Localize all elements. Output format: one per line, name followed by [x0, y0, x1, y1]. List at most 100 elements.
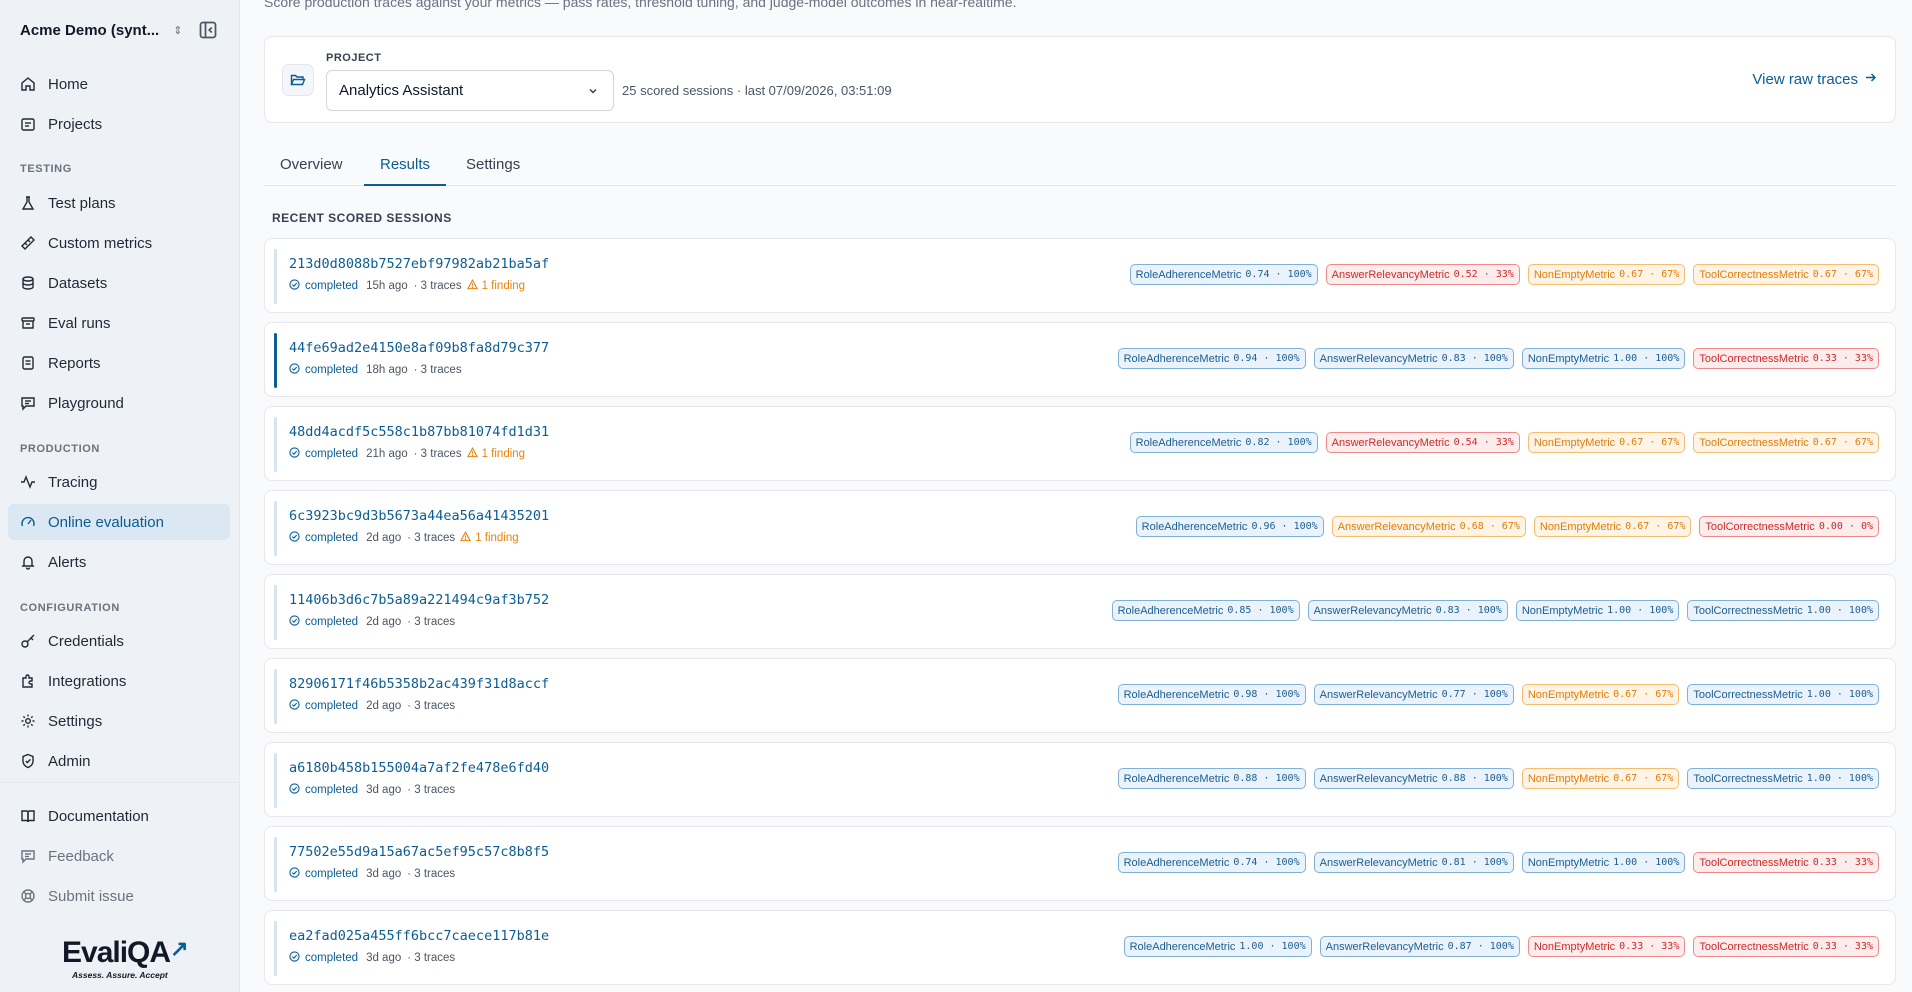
metric-chip[interactable]: ToolCorrectnessMetric 0.67 · 67% [1693, 264, 1879, 285]
metric-chip[interactable]: RoleAdherenceMetric 0.74 · 100% [1129, 264, 1318, 285]
metric-chip[interactable]: NonEmptyMetric 0.33 · 33% [1527, 936, 1686, 957]
metric-chip[interactable]: AnswerRelevancyMetric 0.54 · 33% [1325, 432, 1520, 453]
metric-chip[interactable]: NonEmptyMetric 0.67 · 67% [1533, 516, 1692, 537]
session-id-link[interactable]: a6180b458b155004a7af2fe478e6fd40 [289, 760, 549, 776]
metric-name: RoleAdherenceMetric [1123, 856, 1230, 869]
metric-chip[interactable]: AnswerRelevancyMetric 0.52 · 33% [1325, 264, 1520, 285]
session-row[interactable]: 11406b3d6c7b5a89a221494c9af3b752 complete… [264, 574, 1896, 649]
session-id-link[interactable]: 82906171f46b5358b2ac439f31d8accf [289, 676, 549, 692]
session-id-link[interactable]: 213d0d8088b7527ebf97982ab21ba5af [289, 256, 549, 272]
ruler-icon [20, 235, 36, 251]
tab-results[interactable]: Results [364, 156, 447, 186]
sidebar-collapse-icon[interactable] [198, 20, 218, 40]
metric-chip[interactable]: RoleAdherenceMetric 0.94 · 100% [1117, 348, 1306, 369]
recent-sessions-title: RECENT SCORED SESSIONS [272, 211, 452, 225]
metric-chip[interactable]: ToolCorrectnessMetric 0.00 · 0% [1699, 516, 1879, 537]
session-row[interactable]: 213d0d8088b7527ebf97982ab21ba5af complete… [264, 238, 1896, 313]
metric-score: 0.33 · 33% [1619, 941, 1680, 952]
nav-item-feedback[interactable]: Feedback [8, 838, 230, 874]
nav-item-documentation[interactable]: Documentation [8, 798, 230, 834]
session-id-link[interactable]: 48dd4acdf5c558c1b87bb81074fd1d31 [289, 424, 549, 440]
project-select[interactable]: Analytics Assistant [326, 70, 614, 111]
session-id-link[interactable]: 6c3923bc9d3b5673a44ea56a41435201 [289, 508, 549, 524]
status-badge: completed [289, 279, 358, 293]
session-meta: completed 3d ago · 3 traces [289, 951, 455, 965]
nav-item-alerts[interactable]: Alerts [8, 544, 230, 580]
metric-chip[interactable]: AnswerRelevancyMetric 0.81 · 100% [1313, 852, 1514, 873]
session-id-link[interactable]: 11406b3d6c7b5a89a221494c9af3b752 [289, 592, 549, 608]
project-meta: 25 scored sessions · last 07/09/2026, 03… [622, 83, 892, 98]
nav-item-projects[interactable]: Projects [8, 106, 230, 142]
metric-score: 0.88 · 100% [1441, 773, 1508, 784]
metric-chip[interactable]: RoleAdherenceMetric 0.82 · 100% [1129, 432, 1318, 453]
session-row[interactable]: 44fe69ad2e4150e8af09b8fa8d79c377 complete… [264, 322, 1896, 397]
session-id-link[interactable]: 44fe69ad2e4150e8af09b8fa8d79c377 [289, 340, 549, 356]
nav-item-custom-metrics[interactable]: Custom metrics [8, 225, 230, 261]
session-trace-count: · 3 traces [407, 700, 456, 712]
nav-item-home[interactable]: Home [8, 66, 230, 102]
status-text: completed [305, 448, 359, 460]
metric-chip[interactable]: NonEmptyMetric 0.67 · 67% [1521, 684, 1680, 705]
status-text: completed [305, 700, 359, 712]
nav-label: Home [48, 75, 89, 93]
session-row[interactable]: 82906171f46b5358b2ac439f31d8accf complete… [264, 658, 1896, 733]
metric-chip[interactable]: ToolCorrectnessMetric 1.00 · 100% [1687, 768, 1879, 789]
nav-item-integrations[interactable]: Integrations [8, 663, 230, 699]
metric-chip[interactable]: ToolCorrectnessMetric 1.00 · 100% [1687, 600, 1879, 621]
metric-chips: RoleAdherenceMetric 0.74 · 100% AnswerRele… [1117, 852, 1879, 873]
metric-chip[interactable]: AnswerRelevancyMetric 0.83 · 100% [1313, 348, 1514, 369]
metric-chip[interactable]: ToolCorrectnessMetric 1.00 · 100% [1687, 684, 1879, 705]
metric-score: 0.67 · 67% [1619, 437, 1680, 448]
nav-item-datasets[interactable]: Datasets [8, 265, 230, 301]
session-id-link[interactable]: 77502e55d9a15a67ac5ef95c57c8b8f5 [289, 844, 549, 860]
nav-item-eval-runs[interactable]: Eval runs [8, 305, 230, 341]
nav-label: Settings [48, 712, 103, 730]
metric-chip[interactable]: RoleAdherenceMetric 0.98 · 100% [1117, 684, 1306, 705]
tab-overview[interactable]: Overview [264, 156, 359, 186]
metric-chip[interactable]: RoleAdherenceMetric 0.96 · 100% [1135, 516, 1324, 537]
tab-settings[interactable]: Settings [450, 156, 536, 186]
chevron-up-down-icon: ⇕ [173, 24, 183, 37]
metric-chip[interactable]: NonEmptyMetric 1.00 · 100% [1521, 852, 1686, 873]
nav-item-admin[interactable]: Admin [8, 743, 230, 779]
nav-item-online-evaluation[interactable]: Online evaluation [8, 504, 230, 540]
metric-chip[interactable]: NonEmptyMetric 1.00 · 100% [1515, 600, 1680, 621]
metric-chip[interactable]: ToolCorrectnessMetric 0.33 · 33% [1693, 852, 1879, 873]
projects-icon [20, 116, 36, 132]
session-row[interactable]: 6c3923bc9d3b5673a44ea56a41435201 complete… [264, 490, 1896, 565]
nav-item-tracing[interactable]: Tracing [8, 464, 230, 500]
metric-chip[interactable]: RoleAdherenceMetric 0.74 · 100% [1117, 852, 1306, 873]
nav-item-credentials[interactable]: Credentials [8, 623, 230, 659]
metric-chip[interactable]: AnswerRelevancyMetric 0.88 · 100% [1313, 768, 1514, 789]
metric-chip[interactable]: AnswerRelevancyMetric 0.77 · 100% [1313, 684, 1514, 705]
session-row[interactable]: 48dd4acdf5c558c1b87bb81074fd1d31 complete… [264, 406, 1896, 481]
nav-item-test-plans[interactable]: Test plans [8, 185, 230, 221]
finding-badge: 1 finding [460, 531, 519, 545]
session-row[interactable]: a6180b458b155004a7af2fe478e6fd40 complete… [264, 742, 1896, 817]
session-id-link[interactable]: ea2fad025a455ff6bcc7caece117b81e [289, 928, 549, 944]
nav-item-reports[interactable]: Reports [8, 345, 230, 381]
workspace-switcher[interactable]: Acme Demo (synt... ⇕ [20, 18, 220, 42]
metric-chip[interactable]: AnswerRelevancyMetric 0.68 · 67% [1331, 516, 1526, 537]
metric-chip[interactable]: NonEmptyMetric 0.67 · 67% [1527, 264, 1686, 285]
nav-item-submit-issue[interactable]: Submit issue [8, 878, 230, 914]
metric-chip[interactable]: AnswerRelevancyMetric 0.83 · 100% [1307, 600, 1508, 621]
session-accent-bar [274, 333, 277, 388]
session-row[interactable]: ea2fad025a455ff6bcc7caece117b81e complete… [264, 910, 1896, 985]
metric-chip[interactable]: RoleAdherenceMetric 0.88 · 100% [1117, 768, 1306, 789]
metric-chip[interactable]: ToolCorrectnessMetric 0.33 · 33% [1693, 348, 1879, 369]
metric-chip[interactable]: RoleAdherenceMetric 1.00 · 100% [1123, 936, 1312, 957]
nav-item-playground[interactable]: Playground [8, 385, 230, 421]
view-raw-traces-link[interactable]: View raw traces [1752, 71, 1877, 88]
metric-chip[interactable]: ToolCorrectnessMetric 0.33 · 33% [1693, 936, 1879, 957]
metric-chip[interactable]: AnswerRelevancyMetric 0.87 · 100% [1319, 936, 1520, 957]
metric-chip[interactable]: NonEmptyMetric 0.67 · 67% [1521, 768, 1680, 789]
project-selected-value: Analytics Assistant [339, 82, 464, 99]
nav-label: Eval runs [48, 314, 111, 332]
metric-chip[interactable]: NonEmptyMetric 0.67 · 67% [1527, 432, 1686, 453]
session-row[interactable]: 77502e55d9a15a67ac5ef95c57c8b8f5 complete… [264, 826, 1896, 901]
nav-item-settings[interactable]: Settings [8, 703, 230, 739]
metric-chip[interactable]: NonEmptyMetric 1.00 · 100% [1521, 348, 1686, 369]
metric-chip[interactable]: ToolCorrectnessMetric 0.67 · 67% [1693, 432, 1879, 453]
metric-chip[interactable]: RoleAdherenceMetric 0.85 · 100% [1111, 600, 1300, 621]
